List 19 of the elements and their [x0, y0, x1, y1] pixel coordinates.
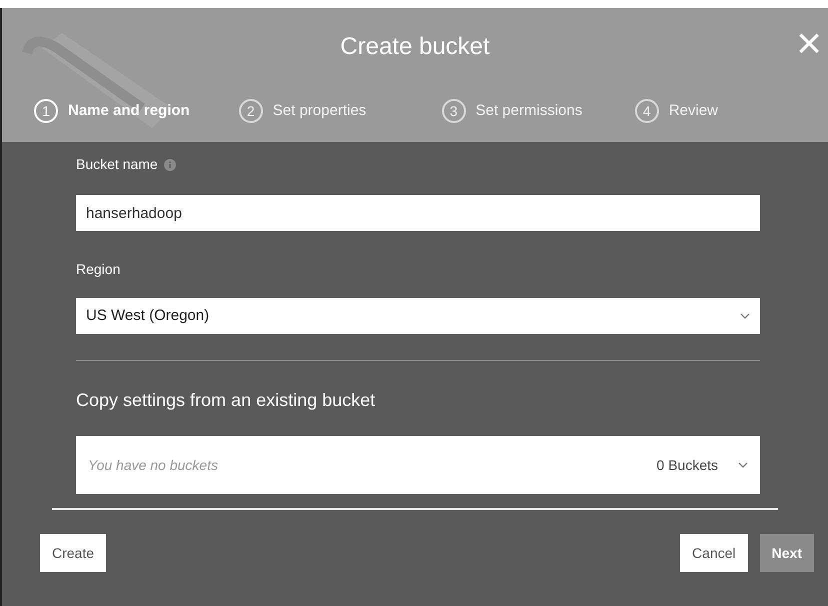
field-label: Region [76, 260, 122, 279]
region-select[interactable]: US West (Oregon) [76, 298, 760, 334]
wizard-step[interactable]: 1 Name and region [34, 99, 239, 123]
chevron-down-icon [740, 313, 750, 319]
wizard-step[interactable]: 3 Set permissions [442, 99, 635, 123]
cancel-button[interactable]: Cancel [680, 534, 748, 572]
info-icon [164, 158, 176, 170]
next-button[interactable]: Next [760, 534, 814, 572]
wizard-step[interactable]: 4 Review [634, 99, 828, 123]
create-button[interactable]: Create [40, 534, 106, 572]
bucket-name-field[interactable]: hanserhadoop [76, 195, 760, 231]
wizard-step[interactable]: 2 Set properties [238, 99, 442, 123]
dialog-title: Create bucket [340, 32, 490, 62]
close-button[interactable]: × [796, 22, 822, 66]
section-heading: Copy settings from an existing bucket [76, 389, 376, 412]
chevron-down-icon [738, 462, 748, 468]
field-label: Bucket name [76, 155, 158, 174]
bucket-select[interactable]: You have no buckets 0 Buckets [76, 436, 760, 494]
bucket-count: 0 Buckets [656, 456, 718, 474]
